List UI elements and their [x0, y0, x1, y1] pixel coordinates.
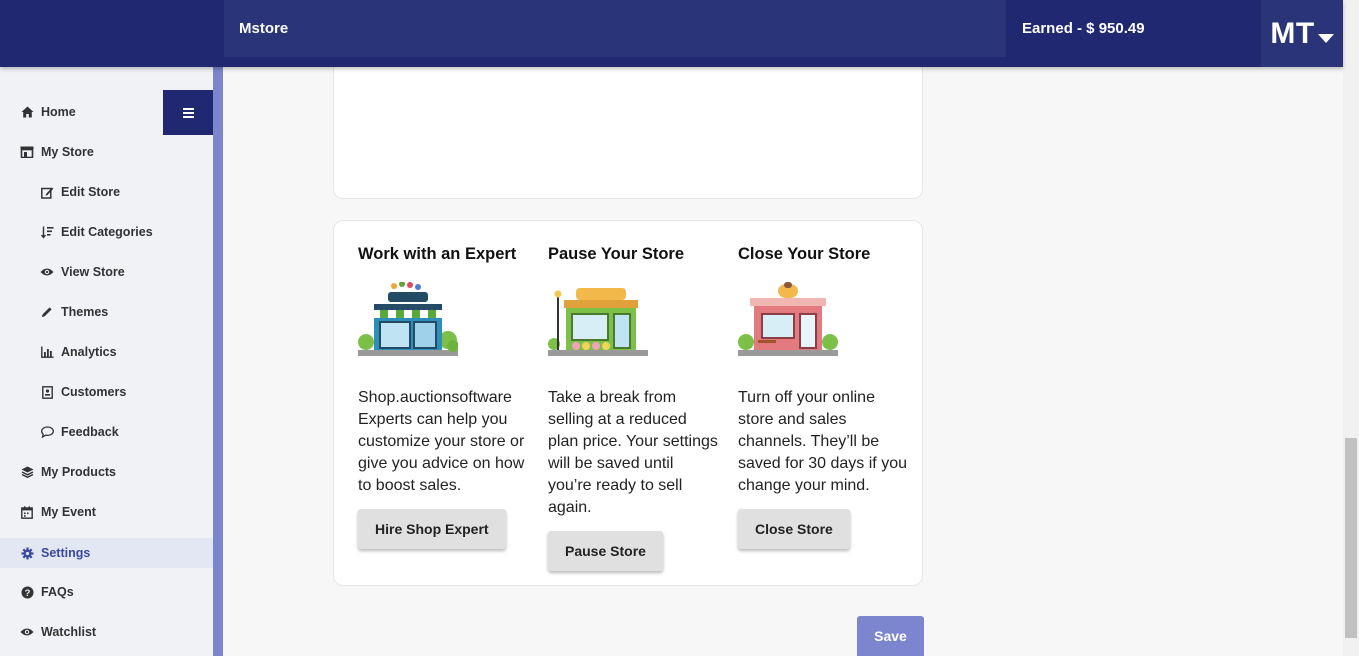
option-pause-store: Pause Your Store Take a break from selli… [548, 245, 718, 571]
pencil-icon [40, 305, 54, 319]
pause-shop-illustration [548, 288, 648, 356]
sidebar-item-customers[interactable]: Customers [0, 377, 213, 407]
eye-icon [40, 265, 54, 279]
option-title: Work with an Expert [358, 245, 517, 263]
brand-block [224, 0, 1006, 57]
sidebar-item-faqs[interactable]: ? FAQs [0, 577, 213, 607]
user-menu[interactable]: MT [1261, 0, 1343, 67]
sidebar-item-edit-store[interactable]: Edit Store [0, 177, 213, 207]
earned-amount: Earned - $ 950.49 [1022, 20, 1145, 37]
option-work-with-expert: Work with an Expert Shop.auctionsoftware… [358, 245, 528, 549]
hire-shop-expert-button[interactable]: Hire Shop Expert [358, 509, 506, 549]
layers-icon [20, 465, 34, 479]
sidebar-item-my-event[interactable]: My Event [0, 497, 213, 527]
close-shop-illustration [738, 282, 838, 356]
close-store-button[interactable]: Close Store [738, 509, 850, 549]
option-title: Close Your Store [738, 245, 871, 263]
sidebar-item-feedback[interactable]: Feedback [0, 417, 213, 447]
gear-icon [20, 546, 34, 560]
sidebar-rail [213, 67, 223, 656]
comment-icon [40, 425, 54, 439]
edit-icon [40, 185, 54, 199]
option-description: Shop.auctionsoftware Experts can help yo… [358, 389, 525, 494]
save-button[interactable]: Save [857, 616, 924, 656]
calendar-icon [20, 505, 34, 519]
option-description: Take a break from selling at a reduced p… [548, 389, 718, 516]
pause-store-button[interactable]: Pause Store [548, 531, 663, 571]
brand-name[interactable]: Mstore [239, 20, 288, 37]
chart-icon [40, 345, 54, 359]
option-description: Turn off your online store and sales cha… [738, 389, 907, 494]
sidebar-toggle-button[interactable] [163, 90, 213, 135]
option-close-store: Close Your Store Turn off your online st… [738, 245, 908, 549]
store-options-card: Work with an Expert Shop.auctionsoftware… [333, 220, 923, 586]
sidebar-item-my-products[interactable]: My Products [0, 457, 213, 487]
store-icon [20, 145, 34, 159]
sidebar-item-my-store[interactable]: My Store [0, 137, 213, 167]
caret-down-icon [1317, 34, 1334, 43]
sidebar-item-view-store[interactable]: View Store [0, 257, 213, 287]
avatar-initials: MT [1270, 16, 1315, 50]
sidebar-item-watchlist[interactable]: Watchlist [0, 617, 213, 647]
hamburger-icon [182, 107, 194, 110]
sidebar-item-settings[interactable]: Settings [0, 538, 213, 568]
sidebar-item-edit-categories[interactable]: Edit Categories [0, 217, 213, 247]
scrollbar-thumb[interactable] [1345, 438, 1357, 638]
home-icon [20, 105, 34, 119]
sidebar-item-analytics[interactable]: Analytics [0, 337, 213, 367]
option-title: Pause Your Store [548, 245, 685, 263]
eye-icon [20, 625, 34, 639]
expert-shop-illustration [358, 281, 459, 356]
question-icon: ? [20, 585, 34, 599]
sidebar-item-themes[interactable]: Themes [0, 297, 213, 327]
contact-icon [40, 385, 54, 399]
previous-card [333, 60, 923, 199]
svg-text:?: ? [24, 588, 30, 599]
top-bar: Mstore Earned - $ 950.49 MT [0, 0, 1343, 67]
sort-icon [40, 225, 54, 239]
